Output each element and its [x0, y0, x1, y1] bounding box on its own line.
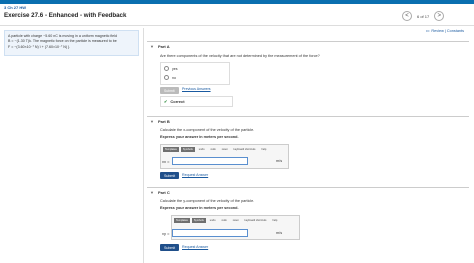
part-c-submit-button[interactable]: Submit	[160, 244, 180, 251]
symbols-button[interactable]: Symbols	[180, 146, 195, 152]
part-a-question: Are there components of the velocity tha…	[160, 54, 320, 58]
radio-icon	[164, 75, 169, 80]
previous-answers-link[interactable]: Previous Answers	[182, 87, 211, 91]
part-a-options: yes no	[160, 62, 230, 85]
keyboard-shortcuts-button[interactable]: keyboard shortcuts	[242, 217, 269, 223]
collapse-icon: ▼	[150, 43, 154, 49]
undo-button[interactable]: undo	[207, 217, 218, 223]
part-b-unit: m/s	[276, 159, 283, 163]
vx-label: vx =	[162, 158, 170, 164]
part-b-submit-button[interactable]: Submit	[160, 172, 180, 179]
vx-input[interactable]	[172, 157, 249, 165]
collapse-icon: ▼	[150, 118, 154, 124]
header-divider	[0, 25, 474, 26]
part-b-header[interactable]: ▼ Part B	[147, 116, 469, 125]
part-b-instruction: Express your answer in meters per second…	[160, 135, 239, 139]
part-b-question: Calculate the x-component of the velocit…	[160, 128, 255, 132]
problem-line: F = −(3.60×10⁻⁷ N) î + (7.60×10⁻⁷ N) ĵ.	[8, 44, 70, 49]
option-yes[interactable]: yes	[164, 66, 226, 71]
part-c-instruction: Express your answer in meters per second…	[160, 206, 239, 210]
reset-button[interactable]: reset	[230, 217, 241, 223]
check-icon: ✔	[164, 99, 168, 104]
templates-button[interactable]: Templates	[174, 217, 190, 223]
part-a-submit-button[interactable]: Submit	[160, 87, 179, 94]
review-constants-link[interactable]: ▭ Review | Constants	[426, 28, 464, 33]
keyboard-shortcuts-button[interactable]: keyboard shortcuts	[231, 146, 258, 152]
next-item-button[interactable]: >	[434, 11, 445, 21]
part-c-unit: m/s	[276, 231, 283, 235]
redo-button[interactable]: redo	[208, 146, 218, 152]
help-button[interactable]: help	[259, 146, 269, 152]
top-bar	[0, 0, 474, 4]
part-a-header[interactable]: ▼ Part A	[147, 41, 469, 50]
part-b-request-answer-link[interactable]: Request Answer	[182, 173, 208, 177]
problem-statement: A particle with charge −5.60 nC is movin…	[4, 30, 139, 56]
part-c-question: Calculate the y-component of the velocit…	[160, 199, 255, 203]
collapse-icon: ▼	[150, 189, 154, 195]
editor-toolbar: Templates Symbols undo redo reset keyboa…	[161, 145, 288, 153]
part-c-answer-row: vy =	[162, 229, 251, 237]
column-divider	[143, 28, 144, 263]
symbols-button[interactable]: Symbols	[191, 217, 206, 223]
radio-icon	[164, 66, 169, 71]
item-count: 6 of 17	[417, 13, 430, 19]
part-a-feedback: ✔ Correct	[160, 96, 233, 107]
page-title: Exercise 27.6 - Enhanced - with Feedback	[4, 12, 127, 19]
previous-item-button[interactable]: <	[402, 11, 412, 21]
option-no[interactable]: no	[164, 75, 226, 80]
review-icon: ▭	[425, 29, 430, 33]
course-breadcrumb[interactable]: 3 Ch 27 HW	[4, 5, 26, 10]
vy-input[interactable]	[172, 229, 249, 237]
undo-button[interactable]: undo	[196, 146, 207, 152]
templates-button[interactable]: Templates	[163, 146, 179, 152]
part-b-answer-row: vx =	[162, 157, 251, 165]
vy-label: vy =	[162, 230, 170, 236]
part-c-header[interactable]: ▼ Part C	[147, 187, 469, 196]
reset-button[interactable]: reset	[219, 146, 230, 152]
part-c-request-answer-link[interactable]: Request Answer	[182, 245, 208, 249]
editor-toolbar: Templates Symbols undo redo reset keyboa…	[172, 216, 299, 224]
item-navigation: < 6 of 17 >	[402, 11, 445, 21]
help-button[interactable]: help	[270, 217, 280, 223]
redo-button[interactable]: redo	[219, 217, 229, 223]
